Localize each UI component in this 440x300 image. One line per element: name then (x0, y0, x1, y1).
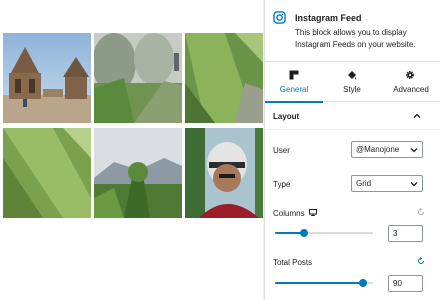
section-title: Layout (273, 112, 300, 121)
total-posts-input[interactable] (388, 275, 423, 292)
desktop-icon[interactable] (309, 209, 317, 216)
block-card: Instagram Feed This block allows you to … (265, 0, 440, 62)
tab-label: Style (343, 85, 361, 94)
photo-tile-grass[interactable] (3, 128, 91, 218)
mountain-valley-photo (94, 128, 182, 218)
chevron-down-icon (410, 148, 418, 153)
total-posts-slider[interactable] (275, 278, 373, 288)
reset-icon[interactable] (417, 208, 425, 216)
reset-icon[interactable] (417, 257, 425, 265)
type-select[interactable]: Grid (351, 175, 423, 192)
paint-bucket-icon (348, 71, 356, 80)
slider-fill (275, 282, 364, 284)
total-posts-label: Total Posts (273, 258, 313, 267)
columns-label: Columns (273, 209, 305, 218)
photo-tile-temple[interactable] (3, 33, 91, 123)
photo-tile-selfie[interactable] (185, 128, 273, 218)
slider-thumb[interactable] (359, 279, 368, 287)
tab-label: General (279, 85, 309, 94)
misty-forest-photo (94, 33, 182, 123)
temple-photo (3, 33, 91, 123)
helmet-selfie-photo (185, 128, 273, 218)
block-settings-panel: Instagram Feed This block allows you to … (264, 0, 440, 300)
block-description: This block allows you to display Instagr… (295, 28, 416, 49)
layout-section-toggle[interactable]: Layout (265, 102, 440, 130)
settings-tabs: General Style Advanced (265, 62, 440, 103)
columns-input[interactable] (388, 225, 423, 242)
tab-general[interactable]: General (265, 62, 323, 103)
user-select-value: @Manojone (356, 145, 400, 154)
user-select[interactable]: @Manojone (351, 141, 423, 158)
photo-tile-mountains[interactable] (94, 128, 182, 218)
blurred-grass-photo (3, 128, 91, 218)
type-select-value: Grid (356, 179, 372, 188)
blurred-greenery-photo (185, 33, 273, 123)
slider-thumb[interactable] (300, 229, 309, 237)
tab-label: Advanced (393, 85, 429, 94)
photo-tile-forest[interactable] (94, 33, 182, 123)
type-label: Type (273, 180, 291, 189)
instagram-icon (273, 11, 286, 24)
tab-advanced[interactable]: Advanced (381, 62, 440, 102)
tab-style[interactable]: Style (323, 62, 381, 102)
user-label: User (273, 146, 290, 155)
block-title: Instagram Feed (295, 13, 362, 23)
chevron-down-icon (410, 182, 418, 187)
general-tab-icon (289, 70, 299, 80)
columns-slider[interactable] (275, 228, 373, 238)
gear-icon (405, 70, 415, 80)
photo-tile-greenery[interactable] (185, 33, 273, 123)
instagram-photo-grid (0, 33, 277, 219)
chevron-up-icon (413, 113, 421, 118)
